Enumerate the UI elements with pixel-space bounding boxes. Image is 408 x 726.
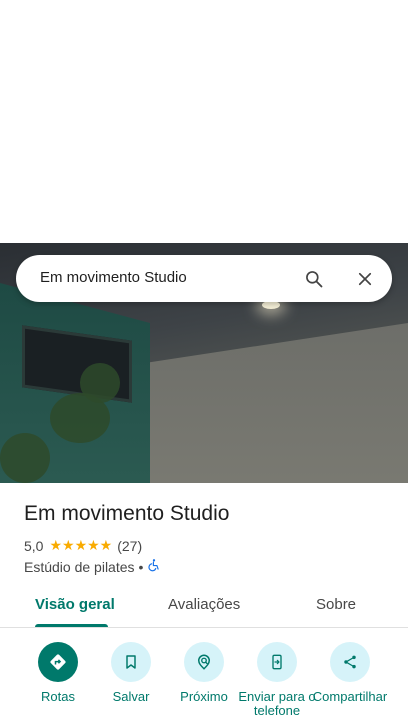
search-query[interactable]: Em movimento Studio	[40, 269, 187, 286]
tab-reviews[interactable]: Avaliações	[168, 596, 240, 613]
directions-button[interactable]: Rotas	[18, 640, 98, 704]
nearby-button[interactable]: Próximo	[164, 640, 244, 704]
share-label: Compartilhar	[312, 689, 388, 704]
search-icon[interactable]	[298, 263, 330, 295]
star-rating: ★★★★★	[49, 537, 113, 553]
bookmark-icon	[111, 642, 151, 682]
save-label: Salvar	[112, 689, 150, 704]
category-row: Estúdio de pilates •	[24, 558, 161, 575]
action-bar: Rotas Salvar Próximo Enviar para o telef…	[0, 640, 408, 726]
nearby-icon	[184, 642, 224, 682]
directions-icon	[38, 642, 78, 682]
active-tab-indicator	[35, 624, 108, 627]
share-icon	[330, 642, 370, 682]
send-to-phone-icon	[257, 642, 297, 682]
directions-label: Rotas	[41, 689, 75, 704]
place-title: Em movimento Studio	[24, 502, 230, 525]
place-tabs: Visão geral Avaliações Sobre	[0, 582, 408, 628]
review-count[interactable]: (27)	[117, 538, 142, 554]
rating-value: 5,0	[24, 537, 44, 554]
search-bar[interactable]: Em movimento Studio	[16, 255, 392, 302]
place-category: Estúdio de pilates	[24, 558, 135, 575]
close-icon[interactable]	[349, 263, 381, 295]
tab-about[interactable]: Sobre	[316, 596, 356, 613]
share-button[interactable]: Compartilhar	[310, 640, 390, 704]
save-button[interactable]: Salvar	[91, 640, 171, 704]
rating-row[interactable]: 5,0 ★★★★★ (27)	[24, 537, 142, 554]
send-to-phone-label: Enviar para o telefone	[238, 689, 316, 718]
photo-light	[262, 301, 280, 309]
photo-plant	[80, 363, 120, 403]
send-to-phone-button[interactable]: Enviar para o telefone	[237, 640, 317, 718]
map-area	[0, 0, 408, 243]
photo-plant	[0, 433, 50, 483]
separator-dot: •	[138, 558, 144, 575]
wheelchair-accessible-icon	[147, 558, 161, 575]
nearby-label: Próximo	[180, 689, 228, 704]
tab-overview[interactable]: Visão geral	[35, 596, 115, 613]
